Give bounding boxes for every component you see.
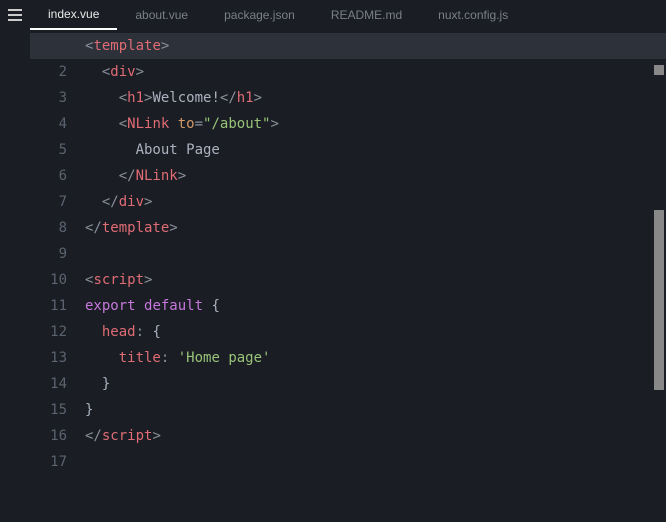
token-p: </ bbox=[119, 168, 136, 184]
tab-nuxt-config-js[interactable]: nuxt.config.js bbox=[420, 0, 526, 30]
token-p: > bbox=[152, 428, 160, 444]
code-line[interactable]: } bbox=[85, 371, 666, 397]
code-line[interactable]: <div> bbox=[85, 59, 666, 85]
token-t: div bbox=[119, 194, 144, 210]
code-content[interactable]: <template> <div> <h1>Welcome!</h1> <NLin… bbox=[85, 30, 666, 522]
line-number: 8 bbox=[30, 215, 85, 241]
token-t: script bbox=[93, 272, 144, 288]
code-line[interactable]: </div> bbox=[85, 189, 666, 215]
code-line[interactable]: <template> bbox=[85, 33, 666, 59]
token-t: template bbox=[102, 220, 169, 236]
token-n bbox=[85, 350, 119, 366]
token-txt: Welcome! bbox=[152, 90, 219, 106]
token-p: > bbox=[161, 38, 169, 54]
token-p: </ bbox=[220, 90, 237, 106]
scrollbar-thumb-top[interactable] bbox=[654, 65, 664, 75]
token-p: > bbox=[270, 116, 278, 132]
line-number: 3 bbox=[30, 85, 85, 111]
token-n bbox=[85, 142, 136, 158]
editor-area[interactable]: 1234567891011121314151617 <template> <di… bbox=[30, 30, 666, 522]
line-number: 15 bbox=[30, 397, 85, 423]
hamburger-icon bbox=[8, 14, 22, 16]
line-number: 13 bbox=[30, 345, 85, 371]
code-line[interactable]: } bbox=[85, 397, 666, 423]
token-t: div bbox=[110, 64, 135, 80]
code-line[interactable]: <h1>Welcome!</h1> bbox=[85, 85, 666, 111]
line-number: 6 bbox=[30, 163, 85, 189]
tab-bar: index.vueabout.vuepackage.jsonREADME.mdn… bbox=[30, 0, 666, 30]
code-line[interactable]: </script> bbox=[85, 423, 666, 449]
token-txt: About Page bbox=[136, 142, 220, 158]
scrollbar-thumb[interactable] bbox=[654, 210, 664, 390]
token-n bbox=[85, 116, 119, 132]
token-p: > bbox=[144, 194, 152, 210]
line-number: 10 bbox=[30, 267, 85, 293]
token-s: "/about" bbox=[203, 116, 270, 132]
token-p: > bbox=[178, 168, 186, 184]
code-line[interactable]: export default { bbox=[85, 293, 666, 319]
line-number: 12 bbox=[30, 319, 85, 345]
token-t: h1 bbox=[237, 90, 254, 106]
tab-package-json[interactable]: package.json bbox=[206, 0, 313, 30]
tab-index-vue[interactable]: index.vue bbox=[30, 0, 117, 30]
hamburger-menu-button[interactable] bbox=[0, 0, 30, 30]
line-number-gutter: 1234567891011121314151617 bbox=[30, 30, 85, 522]
token-n bbox=[85, 168, 119, 184]
tab-README-md[interactable]: README.md bbox=[313, 0, 420, 30]
code-line[interactable]: </NLink> bbox=[85, 163, 666, 189]
token-n bbox=[169, 116, 177, 132]
token-n: } bbox=[85, 402, 93, 418]
token-s: 'Home page' bbox=[178, 350, 271, 366]
line-number: 14 bbox=[30, 371, 85, 397]
line-number: 2 bbox=[30, 59, 85, 85]
line-number: 9 bbox=[30, 241, 85, 267]
token-n: } bbox=[85, 376, 110, 392]
token-p: = bbox=[195, 116, 203, 132]
token-n bbox=[85, 194, 102, 210]
token-n bbox=[85, 64, 102, 80]
code-line[interactable]: About Page bbox=[85, 137, 666, 163]
code-line[interactable]: head: { bbox=[85, 319, 666, 345]
token-t: script bbox=[102, 428, 153, 444]
token-p: </ bbox=[85, 220, 102, 236]
token-k: export bbox=[85, 298, 136, 314]
token-pr: head bbox=[102, 324, 136, 340]
token-t: h1 bbox=[127, 90, 144, 106]
token-p: </ bbox=[102, 194, 119, 210]
code-line[interactable]: <NLink to="/about"> bbox=[85, 111, 666, 137]
token-pr: title bbox=[119, 350, 161, 366]
token-n bbox=[85, 90, 119, 106]
token-p: > bbox=[136, 64, 144, 80]
code-line[interactable] bbox=[85, 449, 666, 475]
code-line[interactable]: title: 'Home page' bbox=[85, 345, 666, 371]
code-line[interactable]: </template> bbox=[85, 215, 666, 241]
code-line[interactable] bbox=[85, 241, 666, 267]
line-number: 5 bbox=[30, 137, 85, 163]
token-t: NLink bbox=[136, 168, 178, 184]
token-a: to bbox=[178, 116, 195, 132]
token-t: NLink bbox=[127, 116, 169, 132]
token-p: > bbox=[169, 220, 177, 236]
token-t: template bbox=[93, 38, 160, 54]
editor-main: index.vueabout.vuepackage.jsonREADME.mdn… bbox=[30, 0, 666, 522]
token-p: : bbox=[136, 324, 144, 340]
token-p: < bbox=[119, 90, 127, 106]
token-p: > bbox=[144, 272, 152, 288]
token-n bbox=[85, 324, 102, 340]
line-number: 7 bbox=[30, 189, 85, 215]
line-number: 11 bbox=[30, 293, 85, 319]
line-number: 4 bbox=[30, 111, 85, 137]
token-n: { bbox=[144, 324, 161, 340]
token-p: > bbox=[254, 90, 262, 106]
token-n bbox=[169, 350, 177, 366]
token-k: default bbox=[144, 298, 203, 314]
token-p: </ bbox=[85, 428, 102, 444]
token-n bbox=[136, 298, 144, 314]
tab-about-vue[interactable]: about.vue bbox=[117, 0, 206, 30]
token-n: { bbox=[203, 298, 220, 314]
code-line[interactable]: <script> bbox=[85, 267, 666, 293]
token-p: < bbox=[119, 116, 127, 132]
line-number: 16 bbox=[30, 423, 85, 449]
line-number: 17 bbox=[30, 449, 85, 475]
